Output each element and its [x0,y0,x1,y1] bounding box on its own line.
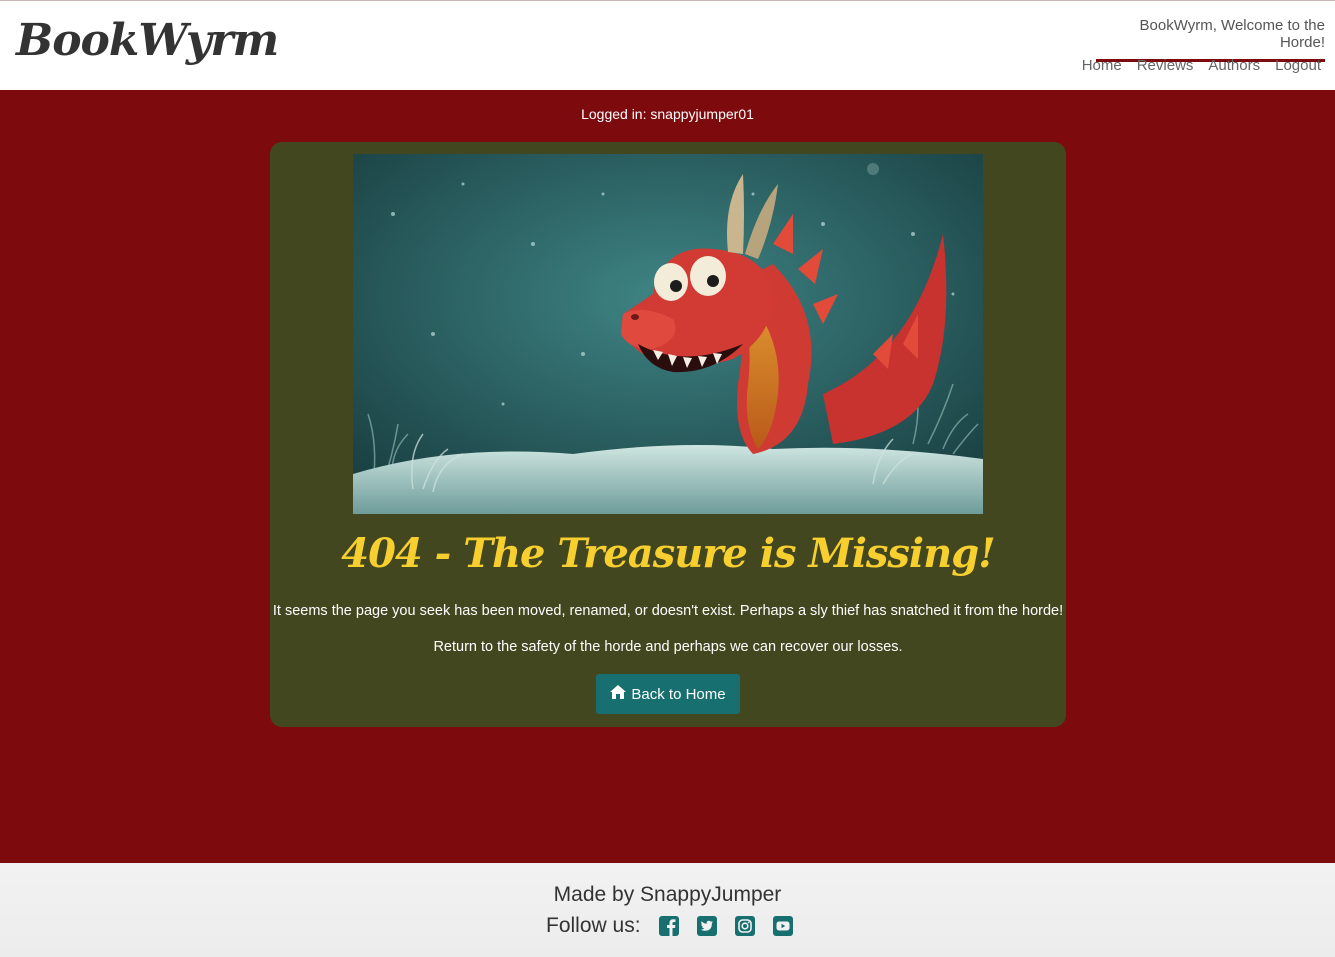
logged-in-status: Logged in: snappyjumper01 [581,106,754,122]
error-title: 404 - The Treasure is Missing! [341,530,995,577]
welcome-message: BookWyrm, Welcome to the Horde! [1096,17,1325,62]
nav-authors-link[interactable]: Authors [1208,57,1260,74]
nav-logout-link[interactable]: Logout [1275,57,1321,74]
main-nav: Home Reviews Authors Logout [1082,57,1321,74]
back-to-home-label: Back to Home [631,685,726,703]
nav-reviews-link[interactable]: Reviews [1137,57,1194,74]
back-to-home-button[interactable]: Back to Home [596,674,740,714]
twitter-icon[interactable] [696,916,717,936]
dragon-illustration [353,154,983,514]
error-message: It seems the page you seek has been move… [272,603,1064,619]
follow-us: Follow us: [546,914,811,938]
youtube-icon[interactable] [772,916,793,936]
site-footer: Made by SnappyJumper Follow us: [0,863,1335,957]
nav-home-link[interactable]: Home [1082,57,1122,74]
return-message: Return to the safety of the horde and pe… [433,639,903,655]
error-card: 404 - The Treasure is Missing! It seems … [270,142,1066,727]
facebook-icon[interactable] [658,916,679,936]
brand-logo[interactable]: BookWyrm [16,15,279,66]
instagram-icon[interactable] [734,916,755,936]
follow-label: Follow us: [546,914,641,937]
made-by-text: Made by SnappyJumper [553,883,782,906]
site-header: BookWyrm BookWyrm, Welcome to the Horde!… [0,0,1335,90]
home-icon [610,685,627,703]
